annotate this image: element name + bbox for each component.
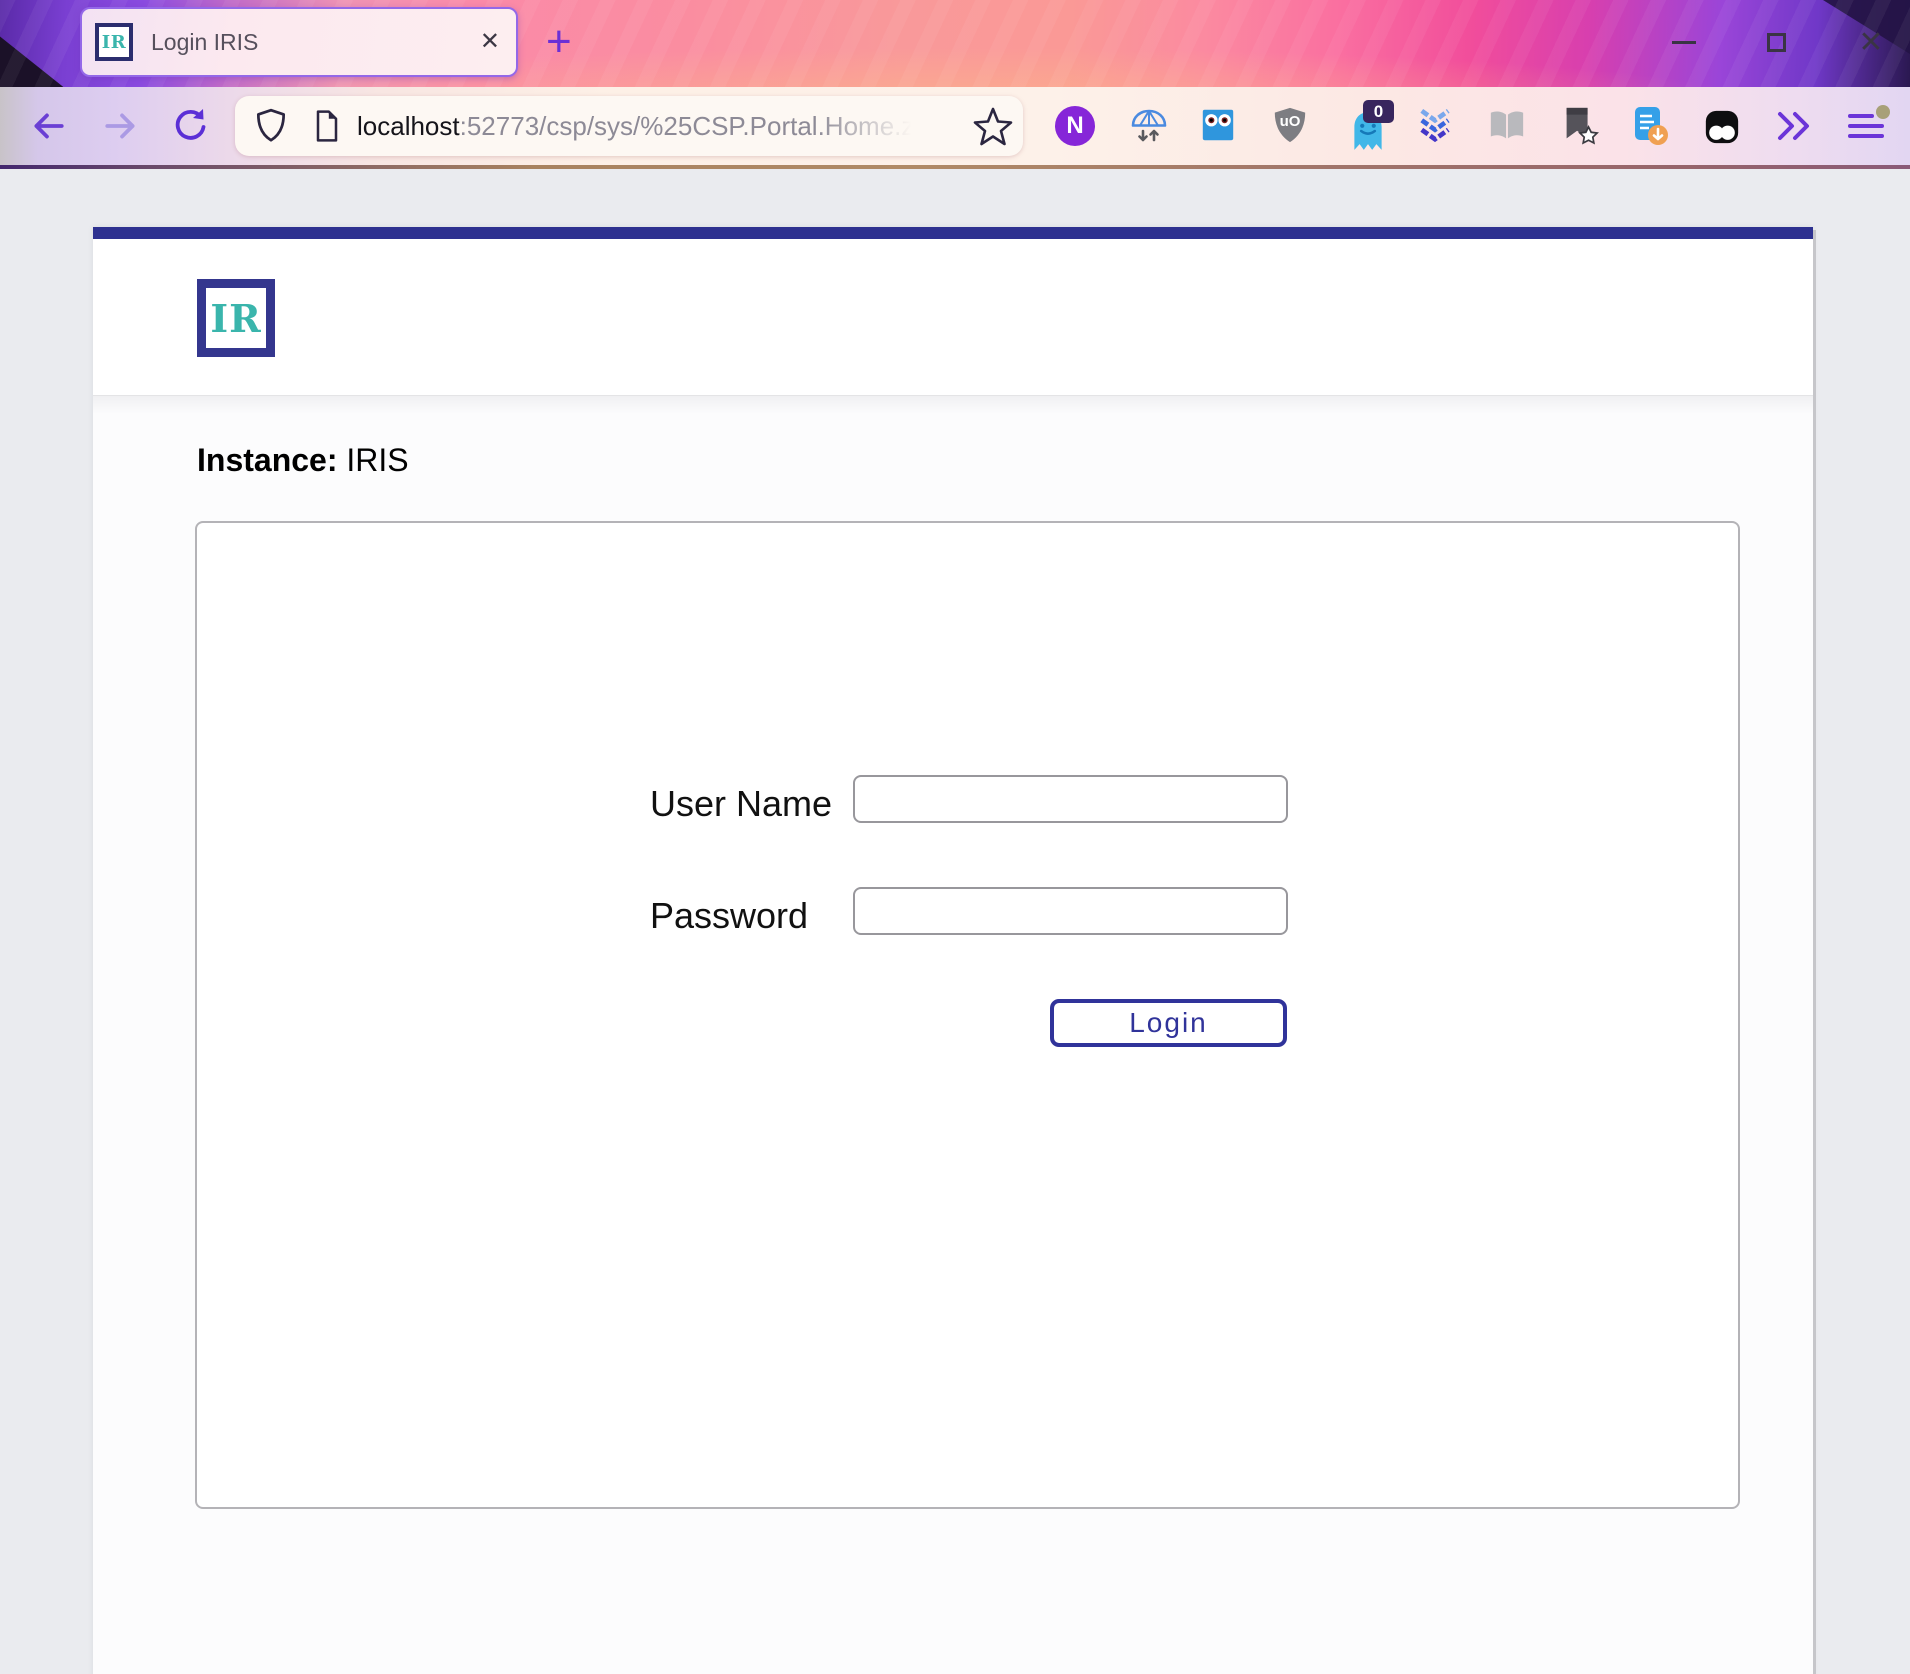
- header-shadow: [93, 396, 1813, 414]
- page-header: IR: [93, 239, 1813, 396]
- page-info-icon[interactable]: [309, 107, 345, 145]
- window-maximize-button[interactable]: [1767, 33, 1786, 52]
- overflow-menu-button[interactable]: [1776, 111, 1812, 141]
- extension-googly-eyes-button[interactable]: [1199, 106, 1237, 144]
- bookmark-star-button[interactable]: [973, 106, 1013, 146]
- navigation-toolbar: localhost:52773/csp/sys/%25CSP.Portal.Ho…: [0, 87, 1910, 165]
- googly-eyes-icon: [1199, 106, 1237, 144]
- window-minimize-button[interactable]: [1672, 41, 1696, 44]
- theme-dark-wedge-left: [0, 0, 72, 87]
- login-button[interactable]: Login: [1050, 999, 1287, 1047]
- login-panel: User Name Password Login: [195, 521, 1740, 1509]
- extension-ublock-button[interactable]: uO: [1271, 106, 1309, 144]
- extension-chevrons-button[interactable]: [1416, 109, 1454, 143]
- browser-tab[interactable]: IR Login IRIS ✕: [80, 7, 518, 77]
- instance-row: Instance: IRIS: [197, 442, 1813, 479]
- noscript-icon: N: [1055, 106, 1095, 146]
- extension-translate-button[interactable]: [1129, 106, 1169, 146]
- extension-save-page-button[interactable]: [1630, 105, 1670, 147]
- tracking-protection-shield-icon[interactable]: [253, 107, 289, 145]
- app-menu-button[interactable]: [1848, 111, 1888, 143]
- open-book-icon: [1488, 109, 1526, 143]
- extension-noscript-button[interactable]: N: [1055, 106, 1095, 146]
- window-close-button[interactable]: ✕: [1856, 28, 1886, 58]
- tab-close-icon[interactable]: ✕: [480, 30, 500, 54]
- username-input[interactable]: [853, 775, 1288, 823]
- iris-logo: IR: [197, 279, 275, 357]
- url-path: :52773/csp/sys/%25CSP.Portal.Home.zen: [460, 111, 917, 142]
- forward-button[interactable]: [102, 108, 140, 144]
- password-input[interactable]: [853, 887, 1288, 935]
- url-host: localhost: [357, 111, 460, 142]
- bookmark-star-icon: [1559, 105, 1599, 147]
- instance-value: IRIS: [346, 442, 408, 478]
- page-top-accent-bar: [93, 227, 1813, 239]
- url-text[interactable]: localhost:52773/csp/sys/%25CSP.Portal.Ho…: [357, 96, 917, 156]
- document-download-icon: [1630, 105, 1670, 147]
- new-tab-button[interactable]: +: [546, 20, 572, 64]
- extension-ghostery-button[interactable]: 0: [1348, 104, 1392, 150]
- forward-arrow-icon: [107, 115, 132, 136]
- menu-notification-dot: [1876, 105, 1890, 119]
- double-chevron-right-icon: [1776, 111, 1812, 141]
- tab-bar: IR Login IRIS ✕ + ✕: [0, 0, 1910, 87]
- ghostery-badge: 0: [1363, 100, 1394, 123]
- page-content: IR Instance: IRIS User Name Password Log…: [0, 169, 1910, 1674]
- black-binoculars-icon: [1703, 108, 1741, 146]
- triple-chevron-down-icon: [1416, 109, 1454, 143]
- extension-containers-button[interactable]: [1703, 108, 1741, 146]
- reload-button[interactable]: [170, 106, 210, 146]
- login-page-card: IR Instance: IRIS User Name Password Log…: [93, 227, 1813, 1674]
- tab-title: Login IRIS: [151, 29, 480, 56]
- umbrella-icon: [1129, 106, 1169, 146]
- back-button[interactable]: [29, 108, 67, 144]
- extension-bookmark-manager-button[interactable]: [1559, 105, 1599, 147]
- extension-library-button[interactable]: [1488, 109, 1526, 143]
- star-icon: [975, 109, 1011, 144]
- hamburger-menu-icon: [1848, 111, 1888, 143]
- instance-label: Instance:: [197, 442, 337, 478]
- ghost-icon: 0: [1348, 104, 1392, 150]
- tab-favicon-ir-icon: IR: [95, 23, 133, 61]
- ublock-shield-icon: uO: [1271, 106, 1309, 144]
- url-bar[interactable]: localhost:52773/csp/sys/%25CSP.Portal.Ho…: [235, 96, 1023, 156]
- back-arrow-icon: [36, 115, 61, 136]
- ublock-label: uO: [1271, 113, 1309, 130]
